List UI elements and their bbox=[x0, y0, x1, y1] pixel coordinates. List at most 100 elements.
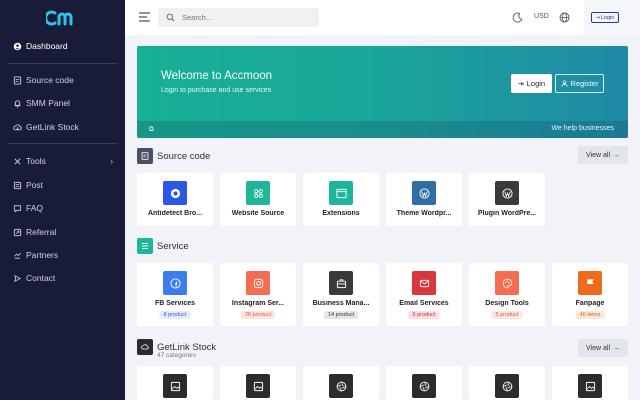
category-card[interactable]: Instagram Ser... 26 product bbox=[220, 263, 296, 326]
wordpress-icon bbox=[412, 181, 436, 205]
source-code-view-all-button[interactable]: View all → bbox=[578, 146, 628, 164]
sidebar-item-faq[interactable]: FAQ bbox=[0, 198, 125, 218]
sidebar-item-label: GetLink Stock bbox=[26, 122, 79, 132]
dashboard-icon bbox=[12, 41, 22, 51]
logo[interactable] bbox=[0, 0, 125, 35]
banner-register-button[interactable]: Register bbox=[555, 74, 604, 93]
instagram-icon bbox=[246, 271, 270, 295]
flag-icon bbox=[578, 271, 602, 295]
category-card[interactable]: Fanpage 46 items bbox=[552, 263, 628, 326]
top-header: USD ⇥ Login bbox=[125, 0, 640, 35]
sidebar-item-post[interactable]: Post bbox=[0, 175, 125, 195]
category-card[interactable]: Theme Wordpr... bbox=[386, 173, 462, 226]
category-card[interactable]: Design Tools 5 product bbox=[469, 263, 545, 326]
sidebar-item-getlink-stock[interactable]: GetLink Stock bbox=[0, 117, 125, 137]
welcome-banner: Welcome to Accmoon Login to purchase and… bbox=[137, 46, 628, 138]
sidebar-item-contact[interactable]: Contact bbox=[0, 268, 125, 288]
cloud-download-icon bbox=[12, 122, 22, 132]
product-count-badge: 8 product bbox=[159, 311, 191, 319]
category-card[interactable] bbox=[137, 366, 213, 400]
banner-footer: ⧉ We help businesses bbox=[137, 121, 628, 138]
sidebar-item-label: Tools bbox=[26, 156, 46, 166]
contact-icon bbox=[12, 273, 22, 283]
category-card[interactable]: Website Source bbox=[220, 173, 296, 226]
product-count-badge: 5 product bbox=[408, 311, 440, 319]
category-card[interactable] bbox=[220, 366, 296, 400]
aperture-icon bbox=[412, 374, 436, 398]
section-getlink-icon bbox=[137, 339, 153, 355]
section-service-icon bbox=[137, 238, 153, 254]
section-source-code-header: Source code bbox=[137, 148, 210, 164]
category-card[interactable] bbox=[469, 366, 545, 400]
view-all-label: View all bbox=[586, 151, 610, 159]
aperture-icon bbox=[329, 374, 353, 398]
sidebar-item-label: FAQ bbox=[26, 203, 44, 213]
search-box[interactable] bbox=[158, 8, 319, 27]
grid-icon bbox=[246, 181, 270, 205]
section-service-header: Service bbox=[137, 238, 189, 254]
category-card[interactable]: Plugin WordPre... bbox=[469, 173, 545, 226]
facebook-icon bbox=[163, 271, 187, 295]
sidebar-item-label: Post bbox=[26, 180, 44, 190]
sidebar-item-referral[interactable]: Referral bbox=[0, 222, 125, 242]
search-icon bbox=[166, 13, 175, 22]
sidebar-item-source-code[interactable]: Source code bbox=[0, 70, 125, 90]
category-card[interactable]: Business Mana... 14 product bbox=[303, 263, 379, 326]
sidebar-item-partners[interactable]: Partners bbox=[0, 245, 125, 265]
login-icon: ⇥ bbox=[517, 80, 524, 88]
sidebar-item-label: Partners bbox=[26, 250, 59, 260]
sidebar-item-label: Dashboard bbox=[26, 41, 68, 51]
arrow-right-icon: → bbox=[613, 151, 620, 159]
sidebar-item-label: Contact bbox=[26, 273, 56, 283]
tools-icon bbox=[12, 156, 22, 166]
globe-icon[interactable] bbox=[559, 12, 570, 23]
aperture-icon bbox=[495, 374, 519, 398]
card-title: Business Mana... bbox=[312, 300, 370, 307]
briefcase-icon bbox=[329, 271, 353, 295]
sidebar-item-tools[interactable]: Tools › bbox=[0, 151, 125, 171]
wordpress-icon bbox=[495, 181, 519, 205]
sidebar-item-smm-panel[interactable]: SMM Panel bbox=[0, 93, 125, 113]
moon-icon[interactable] bbox=[512, 12, 523, 23]
product-count-badge: 26 product bbox=[241, 311, 275, 319]
card-title: Website Source bbox=[231, 210, 285, 217]
section-subtitle: 47 categories bbox=[157, 352, 197, 359]
arrow-right-icon: → bbox=[613, 344, 620, 352]
banner-login-label: Login bbox=[526, 79, 546, 88]
product-count-badge: 46 items bbox=[575, 311, 605, 319]
category-card[interactable]: Email Services 5 product bbox=[386, 263, 462, 326]
card-title: Design Tools bbox=[485, 300, 529, 307]
header-login-button[interactable]: ⇥ Login bbox=[591, 12, 619, 23]
bell-icon bbox=[12, 98, 22, 108]
image-icon bbox=[578, 374, 602, 398]
category-card[interactable] bbox=[303, 366, 379, 400]
category-card[interactable]: FB Services 8 product bbox=[137, 263, 213, 326]
browser-window-icon bbox=[329, 181, 353, 205]
header-login-area: ⇥ Login bbox=[584, 0, 640, 35]
card-title: Plugin WordPre... bbox=[477, 210, 537, 217]
hamburger-menu-icon[interactable] bbox=[139, 12, 150, 22]
code-file-icon bbox=[12, 75, 22, 85]
sidebar-divider bbox=[8, 63, 117, 64]
category-card[interactable] bbox=[386, 366, 462, 400]
card-title: Antidetect Bro... bbox=[147, 210, 203, 217]
currency-selector[interactable]: USD bbox=[534, 13, 549, 20]
image-icon bbox=[246, 374, 270, 398]
sidebar: Dashboard Source code SMM Panel GetLink … bbox=[0, 0, 125, 400]
sidebar-item-dashboard[interactable]: Dashboard bbox=[0, 36, 125, 56]
product-count-badge: 14 product bbox=[324, 311, 358, 319]
banner-title: Welcome to Accmoon bbox=[161, 70, 273, 82]
mail-icon bbox=[412, 271, 436, 295]
card-title: Theme Wordpr... bbox=[396, 210, 452, 217]
card-title: Fanpage bbox=[575, 300, 605, 307]
chrome-icon bbox=[163, 181, 187, 205]
category-card[interactable]: Extensions bbox=[303, 173, 379, 226]
category-card[interactable]: Antidetect Bro... bbox=[137, 173, 213, 226]
banner-login-button[interactable]: ⇥ Login bbox=[511, 74, 552, 93]
search-input[interactable] bbox=[182, 13, 312, 22]
getlink-view-all-button[interactable]: View all → bbox=[578, 339, 628, 357]
chevron-right-icon: › bbox=[110, 156, 113, 166]
section-title: Service bbox=[157, 240, 189, 252]
palette-icon bbox=[495, 271, 519, 295]
category-card[interactable] bbox=[552, 366, 628, 400]
